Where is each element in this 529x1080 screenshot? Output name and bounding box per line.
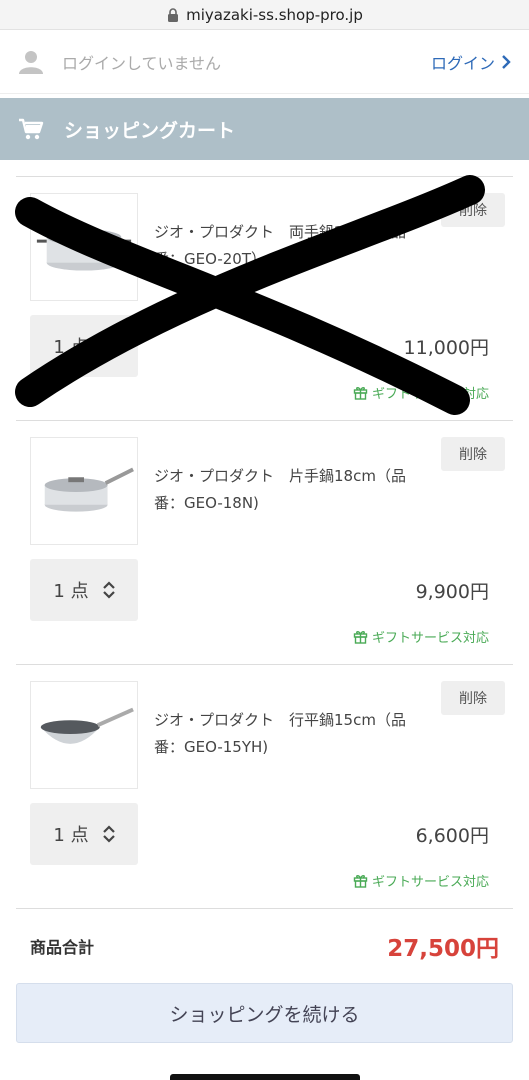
- address-bar[interactable]: miyazaki-ss.shop-pro.jp: [0, 0, 529, 30]
- item-price: 6,600円: [415, 825, 489, 847]
- product-name[interactable]: ジオ・プロダクト 片手鍋18cm（品番：GEO-18N): [154, 463, 429, 517]
- order-total: 商品合計 27,500円: [16, 909, 513, 983]
- product-name[interactable]: ジオ・プロダクト 両手鍋20cm（品番：GEO-20T）: [154, 219, 429, 273]
- product-name[interactable]: ジオ・プロダクト 行平鍋15cm（品番：GEO-15YH): [154, 707, 429, 761]
- cart-title: ショッピングカート: [64, 119, 236, 142]
- quantity-value: 1 点: [53, 337, 89, 358]
- cart-item: ジオ・プロダクト 片手鍋18cm（品番：GEO-18N) 削除 1 点 9,90…: [16, 421, 513, 665]
- user-icon: [19, 50, 43, 74]
- login-label: ログイン: [430, 53, 495, 73]
- product-image[interactable]: [30, 681, 138, 789]
- cart-item: ジオ・プロダクト 行平鍋15cm（品番：GEO-15YH) 削除 1 点 6,6…: [16, 665, 513, 909]
- gift-icon: [353, 875, 368, 888]
- quantity-select[interactable]: 1 点: [30, 315, 138, 377]
- quantity-select[interactable]: 1 点: [30, 803, 138, 865]
- login-link[interactable]: ログイン: [431, 50, 511, 74]
- item-price: 9,900円: [415, 581, 489, 603]
- cart-item-list: ジオ・プロダクト 両手鍋20cm（品番：GEO-20T） 削除 1 点 11,0…: [16, 176, 513, 909]
- gift-label: ギフトサービス対応: [371, 875, 489, 890]
- gift-badge: ギフトサービス対応: [353, 383, 489, 402]
- product-image[interactable]: [30, 193, 138, 301]
- chevron-right-icon: [502, 54, 511, 69]
- continue-shopping-button[interactable]: ショッピングを続ける: [16, 983, 513, 1043]
- quantity-value: 1 点: [53, 581, 89, 602]
- gift-label: ギフトサービス対応: [371, 631, 489, 646]
- gift-label: ギフトサービス対応: [371, 387, 489, 402]
- quantity-select[interactable]: 1 点: [30, 559, 138, 621]
- cart-item: ジオ・プロダクト 両手鍋20cm（品番：GEO-20T） 削除 1 点 11,0…: [16, 177, 513, 421]
- total-label: 商品合計: [30, 938, 95, 957]
- login-status: ログインしていません: [62, 53, 222, 73]
- gift-badge: ギフトサービス対応: [353, 871, 489, 890]
- delete-button[interactable]: 削除: [441, 681, 505, 715]
- cart-header: ショッピングカート: [0, 98, 529, 160]
- delete-button[interactable]: 削除: [441, 437, 505, 471]
- total-value: 27,500円: [387, 936, 499, 962]
- product-image[interactable]: [30, 437, 138, 545]
- lock-icon: [168, 7, 179, 22]
- select-arrows-icon: [102, 337, 115, 355]
- gift-icon: [353, 387, 368, 400]
- select-arrows-icon: [102, 825, 115, 843]
- item-price: 11,000円: [403, 337, 489, 359]
- cart-icon: [19, 118, 44, 140]
- delete-button[interactable]: 削除: [441, 193, 505, 227]
- url-text: miyazaki-ss.shop-pro.jp: [186, 5, 363, 24]
- gift-badge: ギフトサービス対応: [353, 627, 489, 646]
- account-bar: ログインしていません ログイン: [0, 30, 529, 94]
- gift-icon: [353, 631, 368, 644]
- quantity-value: 1 点: [53, 825, 89, 846]
- home-indicator: [170, 1074, 360, 1080]
- select-arrows-icon: [102, 581, 115, 599]
